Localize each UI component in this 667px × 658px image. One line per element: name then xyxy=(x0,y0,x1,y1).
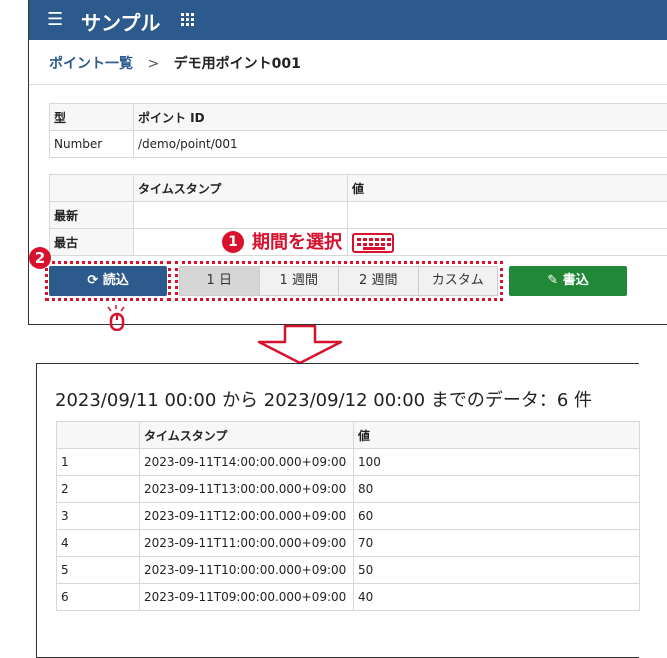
step1-annotation: 1 期間を選択 xyxy=(222,228,394,254)
keyboard-icon xyxy=(352,233,394,253)
grid-icon[interactable] xyxy=(181,13,195,27)
row-timestamp: 2023-09-11T13:00:00.000+09:00 xyxy=(139,475,354,503)
period-2-weeks[interactable]: 2 週間 xyxy=(338,266,419,296)
row-index: 1 xyxy=(56,448,140,476)
row-index: 2 xyxy=(56,475,140,503)
point-id-value: /demo/point/001 xyxy=(133,130,667,158)
divider xyxy=(29,84,667,85)
write-button[interactable]: ✎ 書込 xyxy=(509,266,627,296)
row-timestamp: 2023-09-11T10:00:00.000+09:00 xyxy=(139,556,354,584)
result-summary: 2023/09/11 00:00 から 2023/09/12 00:00 までの… xyxy=(55,390,593,411)
read-button-label: 読込 xyxy=(102,273,129,288)
row-index: 5 xyxy=(56,556,140,584)
write-button-label: 書込 xyxy=(562,273,589,288)
result-header-timestamp: タイムスタンプ xyxy=(139,421,354,449)
step1-badge: 1 xyxy=(222,231,244,253)
row-index: 6 xyxy=(56,583,140,611)
mouse-click-icon xyxy=(107,305,125,331)
latest-timestamp xyxy=(133,201,348,229)
hamburger-icon[interactable]: ☰ xyxy=(47,9,63,30)
row-value: 80 xyxy=(353,475,640,503)
result-panel: 2023/09/11 00:00 から 2023/09/12 00:00 までの… xyxy=(36,363,640,658)
row-latest-label: 最新 xyxy=(49,201,134,229)
period-1-week[interactable]: 1 週間 xyxy=(258,266,339,296)
table-row: 2 2023-09-11T13:00:00.000+09:00 80 xyxy=(56,475,640,503)
row-oldest-label: 最古 xyxy=(49,228,134,256)
app-window: ☰ サンプル ポイント一覧 > デモ用ポイント001 型 ポイント ID Num… xyxy=(28,0,667,331)
row-value: 40 xyxy=(353,583,640,611)
result-header-value: 値 xyxy=(353,421,640,449)
type-value: Number xyxy=(49,130,134,158)
breadcrumb-point-list-link[interactable]: ポイント一覧 xyxy=(49,56,133,72)
breadcrumb: ポイント一覧 > デモ用ポイント001 xyxy=(49,53,301,73)
header-type: 型 xyxy=(49,103,134,131)
row-timestamp: 2023-09-11T11:00:00.000+09:00 xyxy=(139,529,354,557)
period-1-day[interactable]: 1 日 xyxy=(179,266,260,296)
point-info-table: 型 ポイント ID Number /demo/point/001 xyxy=(49,103,667,158)
row-value: 70 xyxy=(353,529,640,557)
row-index: 4 xyxy=(56,529,140,557)
latest-value xyxy=(347,201,667,229)
row-value: 50 xyxy=(353,556,640,584)
table-row: 6 2023-09-11T09:00:00.000+09:00 40 xyxy=(56,583,640,611)
result-header-index xyxy=(56,421,140,449)
header-blank xyxy=(49,174,134,202)
breadcrumb-current: デモ用ポイント001 xyxy=(173,56,301,72)
row-value: 60 xyxy=(353,502,640,530)
period-selector: 1 日 1 週間 2 週間 カスタム xyxy=(179,266,498,296)
header-point-id: ポイント ID xyxy=(133,103,667,131)
period-custom[interactable]: カスタム xyxy=(417,266,498,296)
table-row: 4 2023-09-11T11:00:00.000+09:00 70 xyxy=(56,529,640,557)
table-row: 5 2023-09-11T10:00:00.000+09:00 50 xyxy=(56,556,640,584)
pencil-icon: ✎ xyxy=(547,273,559,288)
table-row: 1 2023-09-11T14:00:00.000+09:00 100 xyxy=(56,448,640,476)
row-index: 3 xyxy=(56,502,140,530)
oldest-value xyxy=(347,228,667,256)
row-timestamp: 2023-09-11T14:00:00.000+09:00 xyxy=(139,448,354,476)
header-timestamp: タイムスタンプ xyxy=(133,174,348,202)
step1-text: 期間を選択 xyxy=(252,232,342,253)
down-arrow-icon xyxy=(257,325,343,365)
row-value: 100 xyxy=(353,448,640,476)
row-timestamp: 2023-09-11T12:00:00.000+09:00 xyxy=(139,502,354,530)
table-row: 3 2023-09-11T12:00:00.000+09:00 60 xyxy=(56,502,640,530)
row-timestamp: 2023-09-11T09:00:00.000+09:00 xyxy=(139,583,354,611)
app-title: サンプル xyxy=(81,11,161,35)
breadcrumb-separator: > xyxy=(147,56,160,72)
top-navbar: ☰ サンプル xyxy=(29,0,667,40)
read-button[interactable]: ⟳ 読込 xyxy=(49,266,167,296)
header-value: 値 xyxy=(347,174,667,202)
refresh-icon: ⟳ xyxy=(87,273,99,288)
result-table: タイムスタンプ 値 1 2023-09-11T14:00:00.000+09:0… xyxy=(56,421,640,611)
